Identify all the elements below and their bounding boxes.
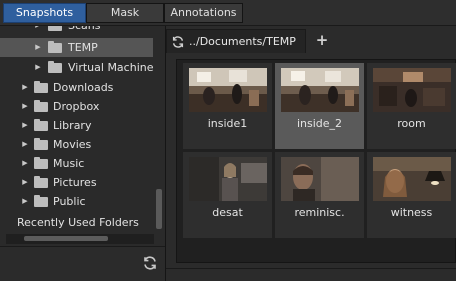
- folder-tree-panel: ▶ Scans ▶ TEMP ▶ Virtual Machines ▶ Down…: [0, 26, 166, 281]
- thumbnail-image: [373, 157, 451, 201]
- folder-icon: [48, 26, 62, 31]
- top-tab-bar: Snapshots Mask Annotations: [0, 0, 456, 26]
- thumbnail-item[interactable]: reminisc.: [275, 152, 364, 238]
- refresh-icon[interactable]: [142, 255, 158, 271]
- thumbnail-label: inside1: [207, 117, 248, 130]
- chevron-right-icon[interactable]: ▶: [21, 97, 29, 116]
- tree-item-label: TEMP: [68, 41, 98, 54]
- chevron-right-icon[interactable]: ▶: [21, 78, 29, 97]
- folder-icon: [34, 138, 48, 150]
- thumbnail-item[interactable]: desat: [183, 152, 272, 238]
- chevron-right-icon[interactable]: ▶: [21, 192, 29, 211]
- tree-item-dropbox[interactable]: ▶ Dropbox: [0, 97, 153, 116]
- folder-icon: [34, 157, 48, 169]
- folder-icon: [34, 195, 48, 207]
- chevron-right-icon[interactable]: ▶: [34, 38, 42, 57]
- thumbnail-item[interactable]: room: [367, 63, 456, 149]
- thumbnail-image: [281, 157, 359, 201]
- tree-footer: [0, 246, 165, 281]
- thumbnail-image: [373, 68, 451, 112]
- folder-icon: [48, 41, 62, 53]
- thumbnail-image: [281, 68, 359, 112]
- tree-item-library[interactable]: ▶ Library: [0, 116, 153, 135]
- path-label: ../Documents/TEMP: [189, 35, 296, 48]
- tree-item-label: Scans: [68, 26, 100, 35]
- tree-item-pictures[interactable]: ▶ Pictures: [0, 173, 153, 192]
- thumbnail-label: room: [397, 117, 426, 130]
- tree-item-music[interactable]: ▶ Music: [0, 154, 153, 173]
- thumbnail-item[interactable]: inside_2: [275, 63, 364, 149]
- thumbnail-image: [189, 68, 267, 112]
- recent-folders-header[interactable]: Recently Used Folders: [17, 213, 139, 232]
- tab-snapshots[interactable]: Snapshots: [3, 3, 86, 23]
- tree-item-public[interactable]: ▶ Public: [0, 192, 153, 211]
- chevron-right-icon[interactable]: ▶: [21, 116, 29, 135]
- tree-item-virtual-machines[interactable]: ▶ Virtual Machines: [0, 58, 153, 77]
- thumbnail-label: desat: [212, 206, 243, 219]
- refresh-icon[interactable]: [171, 35, 185, 49]
- tree-item-movies[interactable]: ▶ Movies: [0, 135, 153, 154]
- tree-vertical-scrollbar[interactable]: [153, 26, 165, 232]
- plus-icon[interactable]: +: [315, 29, 329, 51]
- tree-item-scans[interactable]: ▶ Scans: [0, 26, 153, 35]
- thumbnail-grid: inside1 inside_2 room desat reminisc. wi…: [176, 59, 456, 263]
- scrollbar-thumb[interactable]: [156, 189, 162, 229]
- tree-item-label: Music: [53, 157, 85, 170]
- tree-horizontal-scrollbar[interactable]: [6, 234, 154, 244]
- browser-footer: [166, 268, 456, 281]
- path-tab-bar: ../Documents/TEMP +: [166, 29, 456, 53]
- tree-item-label: Dropbox: [53, 100, 100, 113]
- thumbnail-label: witness: [390, 206, 433, 219]
- chevron-right-icon[interactable]: ▶: [21, 135, 29, 154]
- folder-icon: [34, 176, 48, 188]
- folder-icon: [34, 81, 48, 93]
- chevron-right-icon[interactable]: ▶: [34, 58, 42, 77]
- tree-item-label: Movies: [53, 138, 92, 151]
- tab-annotations[interactable]: Annotations: [164, 3, 243, 23]
- thumbnail-label: inside_2: [296, 117, 343, 130]
- folder-tree: ▶ Scans ▶ TEMP ▶ Virtual Machines ▶ Down…: [0, 26, 153, 232]
- chevron-right-icon[interactable]: ▶: [34, 26, 42, 35]
- tab-mask[interactable]: Mask: [86, 3, 164, 23]
- tree-item-label: Pictures: [53, 176, 97, 189]
- scrollbar-thumb[interactable]: [24, 236, 108, 241]
- tree-item-label: Downloads: [53, 81, 114, 94]
- tree-item-label: Public: [53, 195, 86, 208]
- thumbnail-item[interactable]: witness: [367, 152, 456, 238]
- tree-item-label: Library: [53, 119, 92, 132]
- tree-item-downloads[interactable]: ▶ Downloads: [0, 78, 153, 97]
- thumbnail-label: reminisc.: [294, 206, 345, 219]
- folder-icon: [48, 61, 62, 73]
- thumbnail-item[interactable]: inside1: [183, 63, 272, 149]
- folder-icon: [34, 100, 48, 112]
- thumbnail-image: [189, 157, 267, 201]
- path-tab[interactable]: ../Documents/TEMP: [166, 29, 306, 53]
- folder-icon: [34, 119, 48, 131]
- snapshot-browser: ../Documents/TEMP + inside1 inside_2 roo…: [166, 26, 456, 281]
- tree-item-temp[interactable]: ▶ TEMP: [0, 38, 153, 57]
- chevron-right-icon[interactable]: ▶: [21, 154, 29, 173]
- tree-item-label: Virtual Machines: [68, 61, 153, 74]
- chevron-right-icon[interactable]: ▶: [21, 173, 29, 192]
